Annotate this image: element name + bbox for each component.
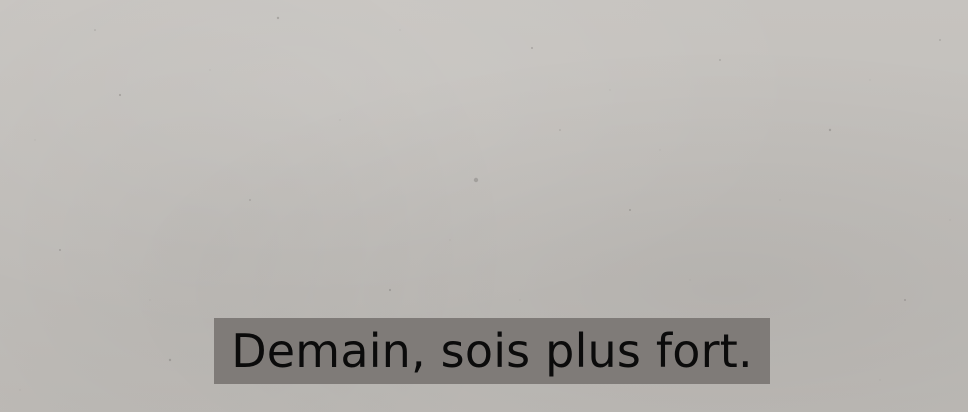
video-frame: Demain, sois plus fort. <box>0 0 968 412</box>
subtitle-bar: Demain, sois plus fort. <box>214 318 770 384</box>
subtitle-text: Demain, sois plus fort. <box>231 324 753 378</box>
